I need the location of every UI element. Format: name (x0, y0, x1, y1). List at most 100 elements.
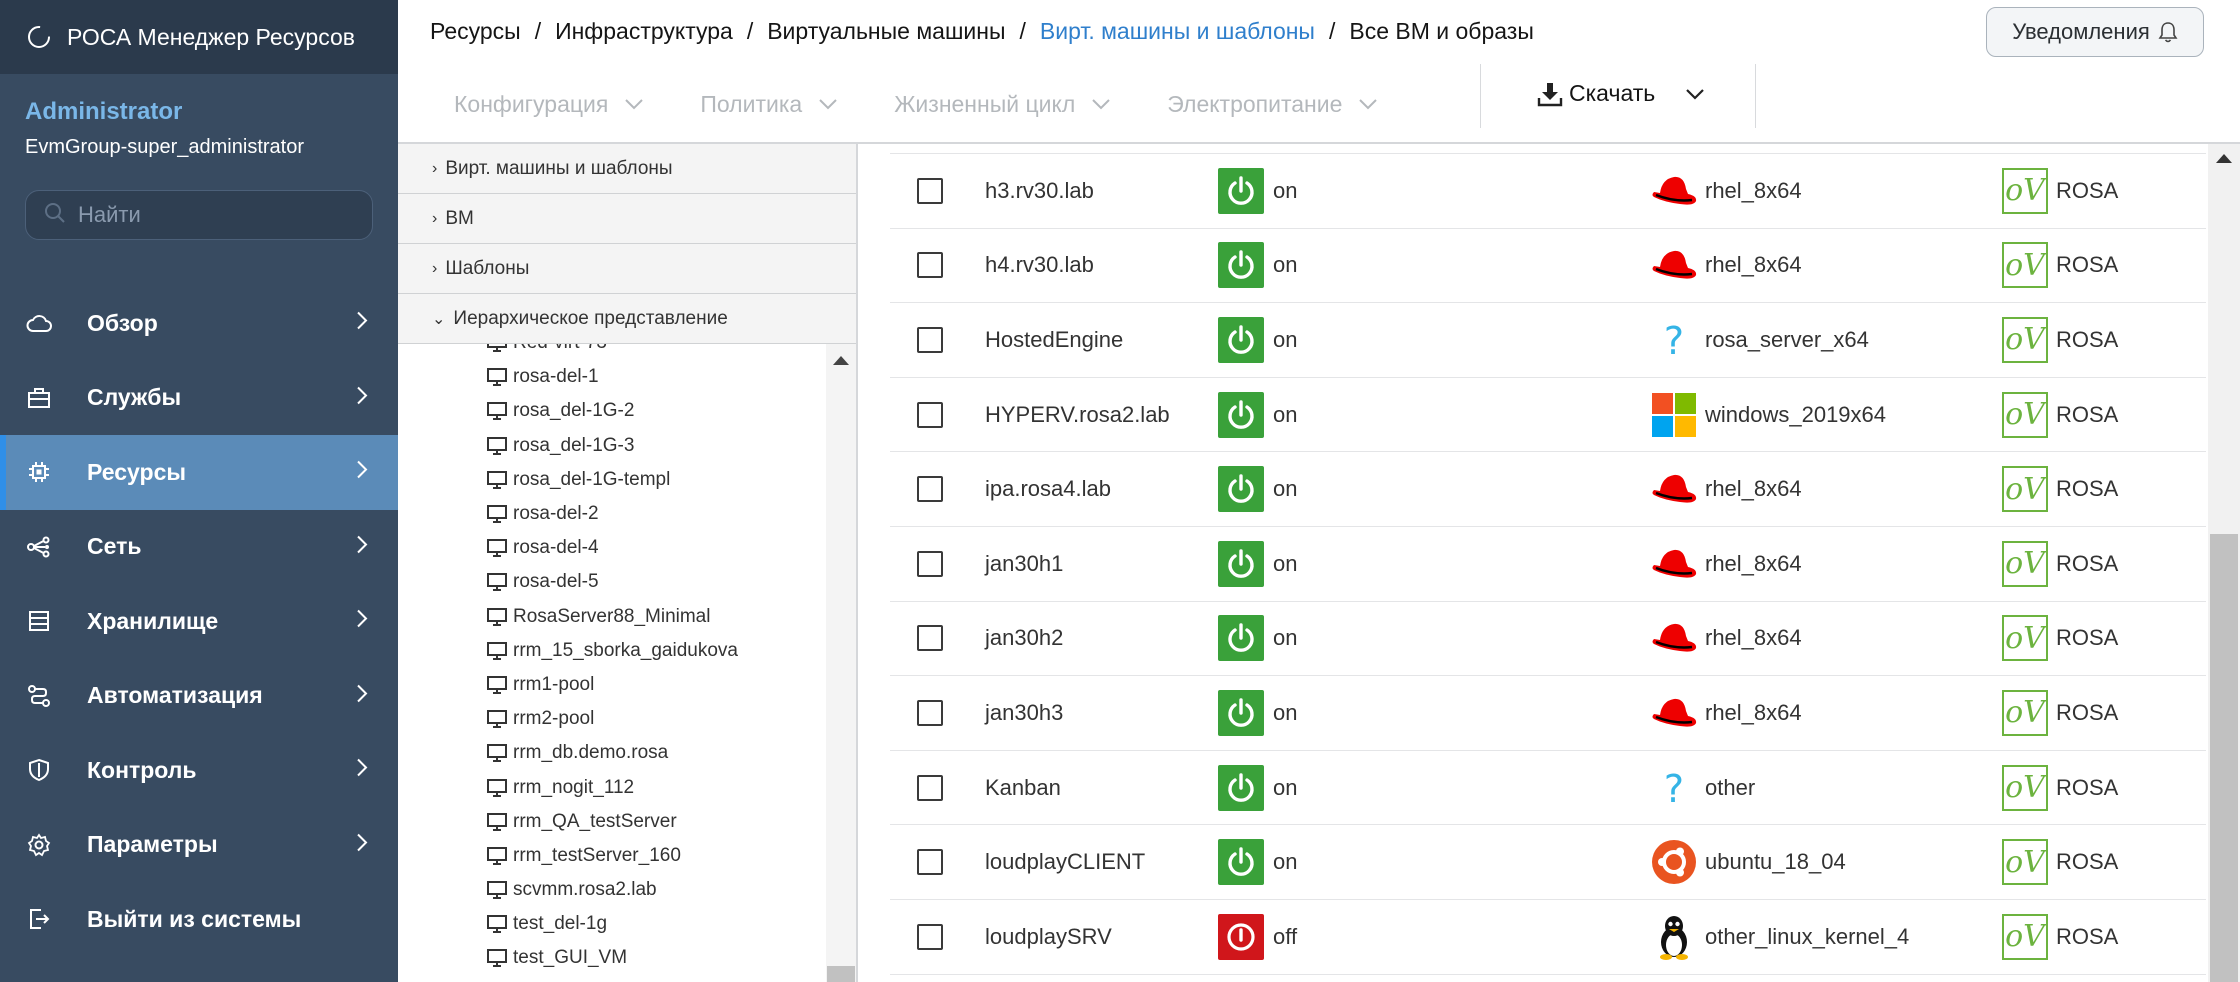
tree-node[interactable]: rrm_QA_testServer (398, 805, 826, 839)
breadcrumb-item-current: Все ВМ и образы (1349, 18, 1534, 44)
rosa-provider-icon: oV (2002, 764, 2048, 811)
provider-name: ROSA (2056, 476, 2119, 502)
notifications-button[interactable]: Уведомления (1986, 7, 2204, 57)
row-checkbox[interactable] (917, 550, 943, 577)
vm-name[interactable]: HYPERV.rosa2.lab (985, 402, 1170, 428)
tree-node[interactable]: rosa_del-1G-3 (398, 429, 826, 463)
nav-item[interactable]: Параметры (0, 808, 398, 883)
vm-name[interactable]: loudplayCLIENT (985, 849, 1145, 875)
nav-item[interactable]: Автоматизация (0, 659, 398, 734)
search-input[interactable] (78, 202, 348, 228)
table-row[interactable]: jan30h3 on rhel_8x64 oV ROSA (890, 676, 2206, 751)
vm-name[interactable]: ipa.rosa4.lab (985, 476, 1111, 502)
rosa-provider-icon: oV (2002, 316, 2048, 363)
table-row[interactable]: ipa.rosa4.lab on rhel_8x64 oV ROSA (890, 452, 2206, 527)
accordion-header[interactable]: › Шаблоны (398, 244, 856, 294)
tree-node[interactable]: rosa-del-4 (398, 531, 826, 565)
table-row[interactable]: h3.rv30.lab on rhel_8x64 oV ROSA (890, 154, 2206, 229)
chevron-down-icon (1358, 98, 1378, 110)
tree-node[interactable]: rrm_db.demo.rosa (398, 736, 826, 770)
provider-name: ROSA (2056, 326, 2119, 352)
tree-node[interactable]: rrm_15_sborka_gaidukova (398, 634, 826, 668)
grid-scrollbar[interactable] (2208, 144, 2240, 982)
breadcrumb-separator: / (534, 18, 542, 44)
table-row[interactable]: jan30h1 on rhel_8x64 oV ROSA (890, 527, 2206, 602)
tree-node[interactable]: Red-virt-73 (398, 344, 826, 360)
breadcrumb-separator: / (1328, 18, 1336, 44)
table-row[interactable]: HostedEngine on? rosa_server_x64 oV ROSA (890, 303, 2206, 378)
tree-node[interactable]: rosa-del-1 (398, 360, 826, 394)
app-brand[interactable]: РОСА Менеджер Ресурсов (0, 0, 398, 74)
nav-item[interactable]: Службы (0, 361, 398, 436)
tree-node-label: rrm2-pool (513, 708, 595, 730)
vm-name[interactable]: jan30h3 (985, 700, 1063, 726)
toolbar-power[interactable]: Электропитание (1167, 91, 1378, 118)
row-checkbox[interactable] (917, 774, 943, 801)
tree-scrollbar[interactable] (826, 344, 856, 982)
row-checkbox[interactable] (917, 923, 943, 950)
vm-name[interactable]: jan30h1 (985, 551, 1063, 577)
breadcrumb-item-vms-templates[interactable]: Вирт. машины и шаблоны (1040, 18, 1315, 45)
provider-name: ROSA (2056, 774, 2119, 800)
row-checkbox[interactable] (917, 476, 943, 503)
windows-icon (1650, 391, 1698, 439)
tree-node[interactable]: rrm_nogit_112 (398, 770, 826, 804)
tree-node[interactable]: rosa_del-1G-2 (398, 394, 826, 428)
nav-item[interactable]: Выйти из системы (0, 882, 398, 957)
vm-name[interactable]: h3.rv30.lab (985, 178, 1094, 204)
toolbar-configuration[interactable]: Конфигурация (454, 91, 644, 118)
row-checkbox[interactable] (917, 699, 943, 726)
tree-node[interactable]: rosa-del-5 (398, 565, 826, 599)
table-row[interactable]: loudplaySRV off other_linux_kernel_4 oV ROSA (890, 900, 2206, 975)
scrollbar-thumb[interactable] (827, 966, 855, 982)
tree-node[interactable]: rrm2-pool (398, 702, 826, 736)
vm-name[interactable]: jan30h2 (985, 625, 1063, 651)
row-checkbox[interactable] (917, 177, 943, 204)
nav-item[interactable]: Контроль (0, 733, 398, 808)
accordion-header[interactable]: › ВМ (398, 194, 856, 244)
power-state: on (1273, 625, 1298, 651)
row-checkbox[interactable] (917, 401, 943, 428)
table-row[interactable]: jan30h2 on rhel_8x64 oV ROSA (890, 602, 2206, 677)
user-group: EvmGroup-super_administrator (25, 136, 304, 158)
tree-node[interactable]: rrm_testServer_160 (398, 839, 826, 873)
scroll-up-arrow-icon[interactable] (833, 356, 849, 365)
power-on-icon (1218, 689, 1264, 736)
nav-item[interactable]: Сеть (0, 510, 398, 585)
tree-node[interactable]: rosa-del-2 (398, 497, 826, 531)
row-checkbox[interactable] (917, 849, 943, 876)
accordion-header[interactable]: ⌄ Иерархическое представление (398, 294, 856, 344)
row-checkbox[interactable] (917, 326, 943, 353)
row-checkbox[interactable] (917, 625, 943, 652)
toolbar-policy[interactable]: Политика (700, 91, 838, 118)
toolbar-lifecycle[interactable]: Жизненный цикл (894, 91, 1111, 118)
tree-node[interactable]: rrm1-pool (398, 668, 826, 702)
scrollbar-thumb[interactable] (2210, 534, 2238, 982)
vm-name[interactable]: HostedEngine (985, 327, 1123, 353)
row-checkbox[interactable] (917, 252, 943, 279)
nav-item[interactable]: Обзор (0, 286, 398, 361)
table-row[interactable]: HYPERV.rosa2.lab on windows_2019x64 oV ROSA (890, 378, 2206, 453)
table-row[interactable]: h4.rv30.lab on rhel_8x64 oV ROSA (890, 229, 2206, 304)
user-name[interactable]: Administrator (25, 98, 373, 126)
download-button[interactable]: Скачать (1537, 80, 1705, 107)
tree-node[interactable]: test_GUI_VM (398, 941, 826, 975)
scroll-up-arrow-icon[interactable] (2216, 154, 2232, 163)
tree-node[interactable]: scvmm.rosa2.lab (398, 873, 826, 907)
tree-node[interactable]: RosaServer88_Minimal (398, 600, 826, 634)
vm-name[interactable]: loudplaySRV (985, 924, 1112, 950)
svg-text:?: ? (1664, 319, 1684, 362)
nav-search[interactable] (25, 190, 373, 240)
vm-grid: h3.rv30.lab on rhel_8x64 oV ROSA h4.rv30.lab o… (890, 154, 2206, 982)
tree-node[interactable]: rosa_del-1G-templ (398, 463, 826, 497)
vm-name[interactable]: h4.rv30.lab (985, 252, 1094, 278)
question-icon: ? (1650, 764, 1698, 812)
tree-node[interactable]: test_del-1g (398, 907, 826, 941)
nav-item[interactable]: Ресурсы (0, 435, 398, 510)
hierarchy-tree[interactable]: Red-virt-73 rosa-del-1 rosa_del-1G-2 rosa_d… (398, 344, 826, 982)
accordion-header[interactable]: › Вирт. машины и шаблоны (398, 144, 856, 194)
nav-item[interactable]: Хранилище (0, 584, 398, 659)
table-row[interactable]: Kanban on? other oV ROSA (890, 751, 2206, 826)
table-row[interactable]: loudplayCLIENT on ubuntu_18_04 oV ROSA (890, 825, 2206, 900)
vm-name[interactable]: Kanban (985, 775, 1061, 801)
